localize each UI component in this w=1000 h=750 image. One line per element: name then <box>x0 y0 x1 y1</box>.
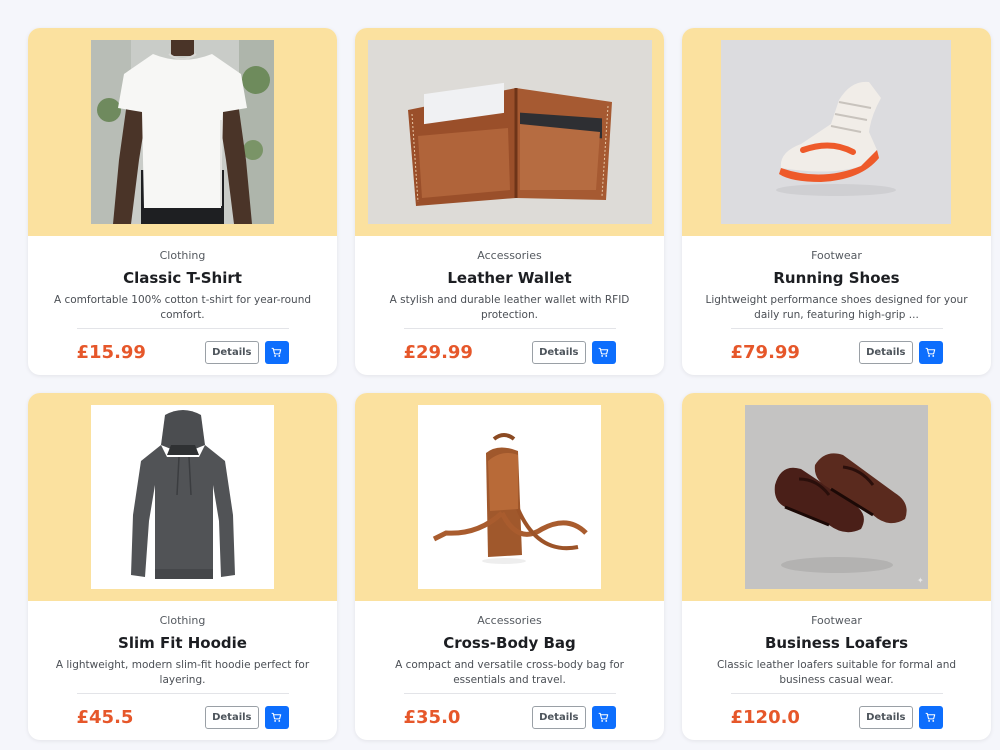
add-to-cart-button[interactable] <box>264 706 289 729</box>
add-to-cart-button[interactable] <box>918 341 943 364</box>
product-image[interactable] <box>91 40 274 224</box>
product-name: Running Shoes <box>773 269 900 287</box>
cart-icon <box>598 347 609 357</box>
divider <box>76 328 289 329</box>
product-image-area <box>682 28 991 236</box>
cart-icon <box>271 712 282 722</box>
product-price: £45.5 <box>76 707 134 728</box>
svg-text:✦: ✦ <box>917 576 924 585</box>
cart-icon <box>925 712 936 722</box>
product-image-area <box>355 28 664 236</box>
product-image-area: ✦ <box>682 393 991 601</box>
product-description: Lightweight performance shoes designed f… <box>705 294 968 321</box>
product-image-area <box>355 393 664 601</box>
details-button[interactable]: Details <box>205 706 259 729</box>
product-name: Classic T-Shirt <box>123 269 242 287</box>
product-category: Clothing <box>159 614 206 627</box>
product-image-area <box>28 393 337 601</box>
product-image[interactable]: ✦ <box>745 405 928 589</box>
product-name: Cross-Body Bag <box>443 634 576 652</box>
product-description: Classic leather loafers suitable for for… <box>716 659 957 686</box>
product-price: £79.99 <box>730 342 800 363</box>
divider <box>76 693 289 694</box>
add-to-cart-button[interactable] <box>591 341 616 364</box>
product-description: A compact and versatile cross-body bag f… <box>395 659 624 686</box>
product-price: £15.99 <box>76 342 146 363</box>
product-grid: Clothing Classic T-Shirt A comfortable 1… <box>28 28 991 740</box>
details-button[interactable]: Details <box>859 706 913 729</box>
product-card[interactable]: Accessories Cross-Body Bag A compact and… <box>355 393 664 740</box>
add-to-cart-button[interactable] <box>264 341 289 364</box>
product-name: Business Loafers <box>764 634 909 652</box>
cart-icon <box>598 712 609 722</box>
product-description: A stylish and durable leather wallet wit… <box>389 294 630 321</box>
product-image-area <box>28 28 337 236</box>
divider <box>730 328 943 329</box>
product-description: A lightweight, modern slim-fit hoodie pe… <box>55 659 310 686</box>
add-to-cart-button[interactable] <box>591 706 616 729</box>
divider <box>403 693 616 694</box>
product-image[interactable] <box>418 405 601 589</box>
product-card[interactable]: ✦ Footwear Business Loafers Classic leat… <box>682 393 991 740</box>
product-image[interactable] <box>91 405 274 589</box>
product-name: Slim Fit Hoodie <box>118 634 247 652</box>
product-price: £120.0 <box>730 707 800 728</box>
details-button[interactable]: Details <box>532 341 586 364</box>
product-category: Accessories <box>477 614 542 627</box>
product-category: Clothing <box>159 249 206 262</box>
add-to-cart-button[interactable] <box>918 706 943 729</box>
product-card[interactable]: Footwear Running Shoes Lightweight perfo… <box>682 28 991 375</box>
product-card[interactable]: Clothing Classic T-Shirt A comfortable 1… <box>28 28 337 375</box>
product-image[interactable] <box>368 40 652 224</box>
product-price: £29.99 <box>403 342 473 363</box>
cart-icon <box>271 347 282 357</box>
details-button[interactable]: Details <box>859 341 913 364</box>
details-button[interactable]: Details <box>205 341 259 364</box>
product-image[interactable] <box>721 40 951 224</box>
cart-icon <box>925 347 936 357</box>
product-price: £35.0 <box>403 707 461 728</box>
product-description: A comfortable 100% cotton t-shirt for ye… <box>53 294 312 321</box>
product-category: Accessories <box>477 249 542 262</box>
product-category: Footwear <box>811 614 862 627</box>
product-category: Footwear <box>811 249 862 262</box>
divider <box>403 328 616 329</box>
product-card[interactable]: Accessories Leather Wallet A stylish and… <box>355 28 664 375</box>
divider <box>730 693 943 694</box>
product-name: Leather Wallet <box>447 269 572 287</box>
product-card[interactable]: Clothing Slim Fit Hoodie A lightweight, … <box>28 393 337 740</box>
details-button[interactable]: Details <box>532 706 586 729</box>
